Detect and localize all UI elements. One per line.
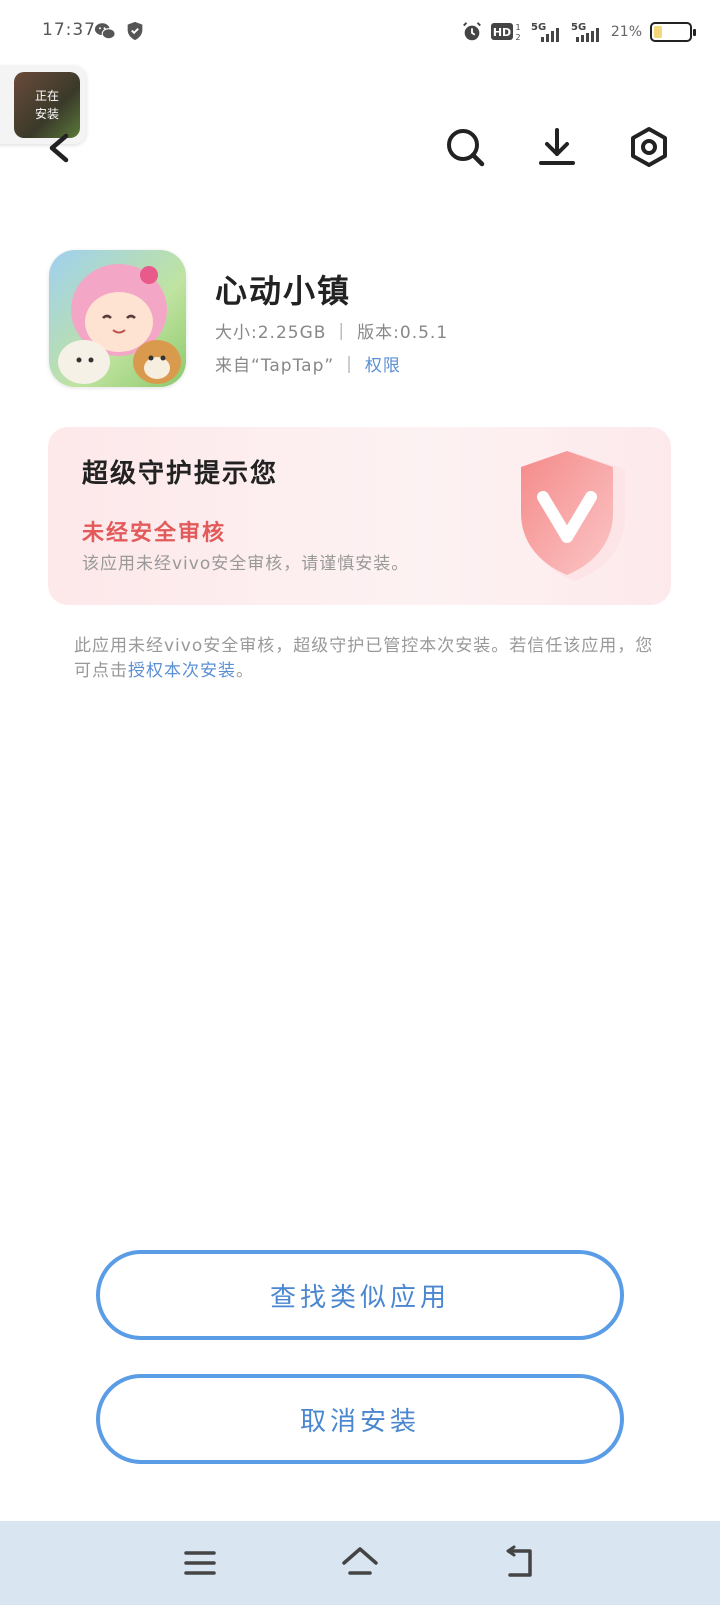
permissions-link[interactable]: 权限 (365, 351, 401, 376)
app-source-row: 来自“TapTap” | 权限 (215, 351, 401, 377)
search-icon[interactable] (444, 126, 486, 168)
alarm-icon (462, 22, 481, 41)
app-meta-row: 大小:2.25GB | 版本:0.5.1 (215, 318, 449, 344)
shield-icon (127, 21, 143, 41)
warning-title: 超级守护提示您 (82, 459, 279, 489)
installing-label: 正在安装 (34, 89, 59, 121)
status-time: 17:37 (42, 20, 96, 40)
5g-signal-icon: 5G (571, 22, 599, 42)
svg-text:HD: HD (493, 26, 511, 39)
svg-text:5G: 5G (571, 22, 586, 33)
download-icon[interactable] (536, 126, 578, 168)
notice-text-end: 。 (236, 661, 254, 681)
wechat-icon (94, 23, 116, 40)
home-icon[interactable] (340, 1543, 380, 1583)
divider: | (338, 320, 346, 341)
battery-icon (650, 22, 696, 42)
back-icon[interactable] (40, 128, 74, 168)
status-bar: 17:37 HD 1 2 5G 5G 21% (0, 0, 720, 66)
battery-percent: 21% (610, 24, 642, 40)
find-similar-apps-button[interactable]: 查找类似应用 (96, 1250, 624, 1340)
control-notice: 此应用未经vivo安全审核，超级守护已管控本次安装。若信任该应用，您可点击授权本… (74, 634, 654, 684)
menu-icon[interactable] (180, 1543, 220, 1583)
cancel-install-button[interactable]: 取消安装 (96, 1374, 624, 1464)
app-size: 大小:2.25GB (215, 323, 327, 343)
navigation-bar (0, 1521, 720, 1605)
5g-signal-icon: 5G (531, 22, 559, 42)
warning-headline: 未经安全审核 (82, 521, 227, 546)
security-warning-card: 超级守护提示您 未经安全审核 该应用未经vivo安全审核，请谨慎安装。 (48, 427, 671, 605)
divider: | (346, 353, 353, 374)
app-name: 心动小镇 (215, 272, 352, 310)
settings-icon[interactable] (628, 126, 670, 168)
svg-text:1: 1 (515, 23, 520, 32)
status-right-group: HD 1 2 5G 5G 21% (461, 18, 696, 46)
authorize-install-link[interactable]: 授权本次安装 (128, 661, 236, 681)
svg-text:5G: 5G (531, 22, 546, 33)
hd-icon: HD 1 2 (490, 23, 520, 42)
app-icon (49, 250, 186, 387)
app-version: 版本:0.5.1 (357, 323, 449, 343)
back-nav-icon[interactable] (500, 1543, 540, 1583)
app-source: 来自“TapTap” (215, 356, 335, 376)
svg-text:2: 2 (515, 33, 520, 42)
warning-description: 该应用未经vivo安全审核，请谨慎安装。 (82, 554, 410, 574)
vivo-shield-icon (521, 451, 625, 581)
